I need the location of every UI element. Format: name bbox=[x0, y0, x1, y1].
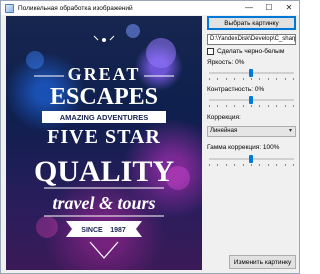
slider-thumb[interactable] bbox=[249, 69, 253, 77]
file-path-field[interactable]: D:\YandexDisk\Develop\C_sharp bbox=[207, 34, 296, 45]
poster-graphic: GREAT ESCAPES AMAZING ADVENTURES FIVE ST… bbox=[34, 35, 174, 259]
image-preview: GREAT ESCAPES AMAZING ADVENTURES FIVE ST… bbox=[6, 16, 202, 270]
poster-line-travel: travel & tours bbox=[52, 193, 155, 213]
app-window-icon bbox=[5, 3, 14, 13]
grayscale-label: Сделать черно-белым bbox=[217, 48, 285, 55]
poster-line-quality: QUALITY bbox=[34, 155, 174, 188]
brightness-slider[interactable] bbox=[207, 68, 296, 80]
poster-line-since: SINCE bbox=[81, 227, 103, 234]
correction-label: Коррекция: bbox=[207, 114, 241, 121]
window-controls: — ☐ ✕ bbox=[239, 1, 299, 15]
poster-line-year: 1987 bbox=[110, 227, 126, 234]
slider-ticks bbox=[209, 164, 294, 166]
close-button[interactable]: ✕ bbox=[279, 1, 299, 15]
maximize-button[interactable]: ☐ bbox=[259, 1, 279, 15]
chevron-down-icon[interactable]: ▾ bbox=[289, 127, 292, 136]
gamma-slider[interactable] bbox=[207, 154, 296, 166]
apply-changes-button[interactable]: Изменить картинку bbox=[229, 255, 296, 269]
minimize-button[interactable]: — bbox=[239, 1, 259, 15]
slider-ticks bbox=[209, 78, 294, 80]
grayscale-checkbox-row[interactable]: Сделать черно-белым bbox=[207, 48, 284, 55]
choose-image-button[interactable]: Выбрать картинку bbox=[207, 16, 296, 30]
poster-line-great: GREAT bbox=[68, 64, 141, 84]
correction-selected-value: Линейная bbox=[210, 128, 238, 134]
main-window: Поликельная обработка изображений — ☐ ✕ … bbox=[0, 0, 300, 274]
slider-ticks bbox=[209, 105, 294, 107]
title-bar: Поликельная обработка изображений — ☐ ✕ bbox=[1, 1, 299, 15]
correction-select[interactable]: Линейная ▾ bbox=[207, 126, 296, 137]
contrast-slider[interactable] bbox=[207, 95, 296, 107]
poster-line-amazing: AMAZING ADVENTURES bbox=[60, 113, 148, 122]
poster-line-escapes: ESCAPES bbox=[50, 84, 158, 110]
brightness-label: Яркость: 0% bbox=[207, 59, 245, 66]
window-title: Поликельная обработка изображений bbox=[18, 4, 133, 12]
slider-thumb[interactable] bbox=[249, 155, 253, 163]
poster-line-five-star: FIVE STAR bbox=[47, 126, 161, 148]
grayscale-checkbox[interactable] bbox=[207, 48, 214, 55]
contrast-label: Контрастность: 0% bbox=[207, 86, 265, 93]
slider-thumb[interactable] bbox=[249, 96, 253, 104]
gamma-label: Гамма коррекция: 100% bbox=[207, 144, 280, 151]
